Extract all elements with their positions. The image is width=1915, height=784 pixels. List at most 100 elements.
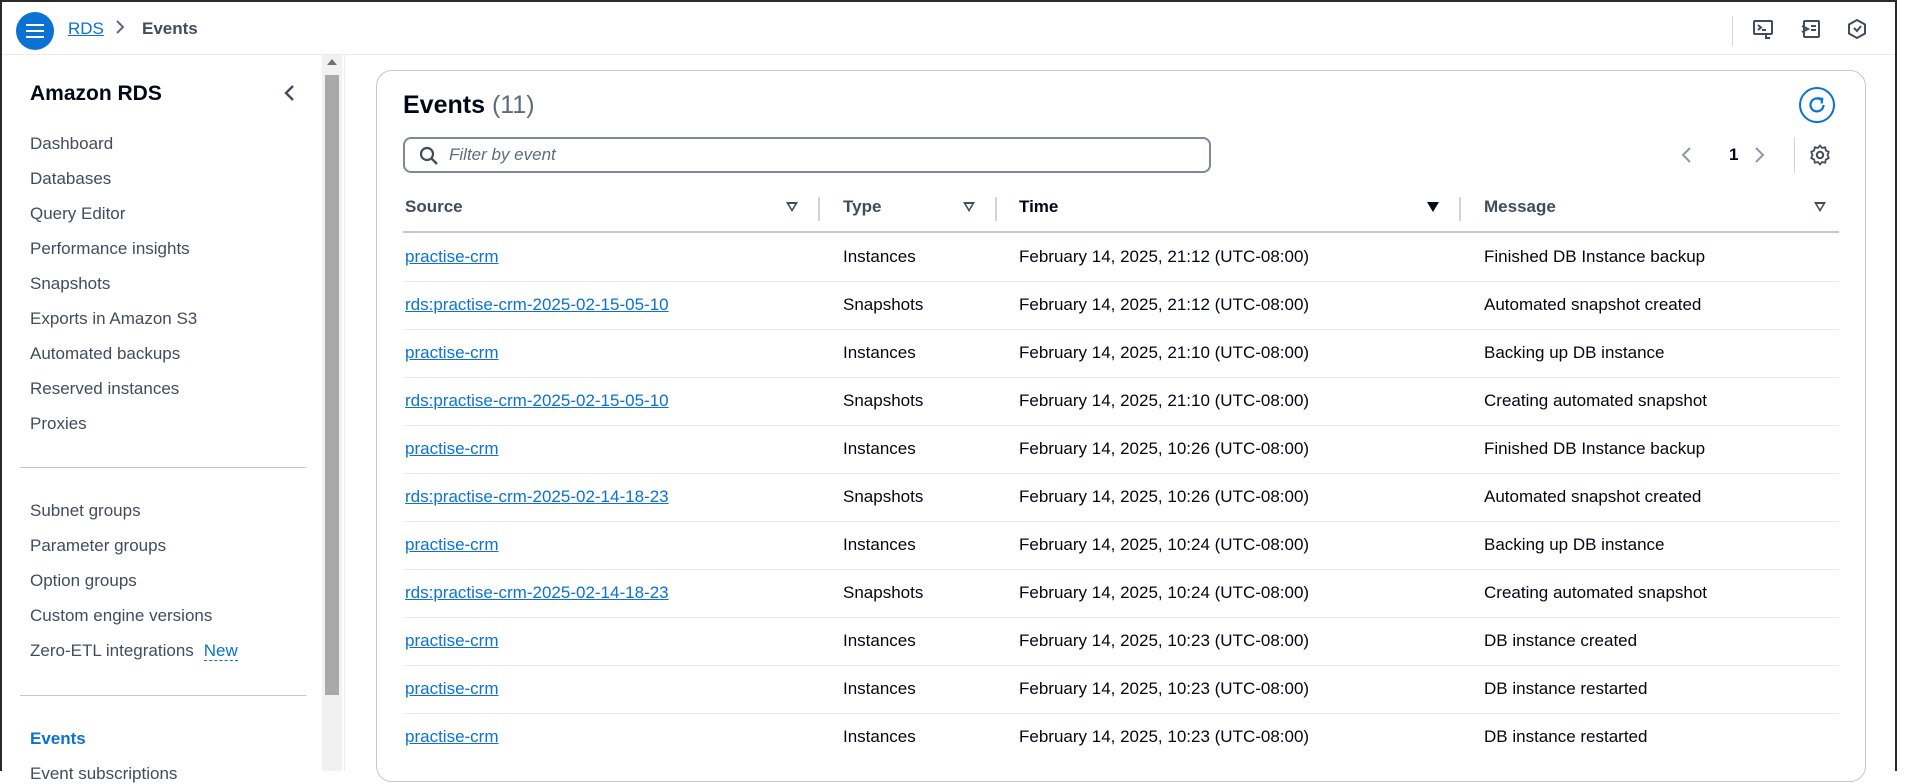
message-cell: Automated snapshot created — [1484, 295, 1702, 314]
type-cell: Instances — [843, 343, 916, 362]
sidebar-item-reserved-instances[interactable]: Reserved instances — [30, 379, 179, 399]
sidebar-scrollbar[interactable] — [322, 55, 342, 771]
chevron-left-icon[interactable] — [1677, 145, 1697, 165]
sidebar-item-performance-insights[interactable]: Performance insights — [30, 239, 190, 259]
refresh-button[interactable] — [1799, 87, 1835, 123]
source-link[interactable]: practise-crm — [405, 343, 499, 363]
pager-divider — [1794, 137, 1795, 173]
sidebar-scrollbar-thumb[interactable] — [325, 75, 339, 695]
type-cell: Instances — [843, 727, 916, 746]
sort-icon[interactable] — [786, 202, 798, 212]
source-link[interactable]: practise-crm — [405, 727, 499, 747]
chevron-right-icon[interactable] — [1749, 145, 1769, 165]
source-link[interactable]: practise-crm — [405, 535, 499, 555]
sidebar-item-zero-etl[interactable]: Zero-ETL integrations New — [30, 641, 238, 661]
type-cell: Instances — [843, 535, 916, 554]
table-row: practise-crm Instances February 14, 2025… — [403, 713, 1839, 761]
column-header-type[interactable]: Type — [843, 197, 881, 217]
sidebar-divider — [20, 467, 306, 468]
message-cell: DB instance restarted — [1484, 679, 1648, 698]
events-title: Events — [403, 91, 485, 119]
sidebar-item-automated-backups[interactable]: Automated backups — [30, 344, 180, 364]
table-row: rds:practise-crm-2025-02-14-18-23 Snapsh… — [403, 569, 1839, 618]
time-cell: February 14, 2025, 10:23 (UTC-08:00) — [1019, 631, 1310, 650]
message-cell: Automated snapshot created — [1484, 487, 1702, 506]
time-cell: February 14, 2025, 10:24 (UTC-08:00) — [1019, 535, 1310, 554]
chevron-right-icon — [114, 18, 126, 41]
sidebar-item-subnet-groups[interactable]: Subnet groups — [30, 501, 141, 521]
time-cell: February 14, 2025, 21:10 (UTC-08:00) — [1019, 343, 1310, 362]
sidebar-item-events[interactable]: Events — [30, 729, 86, 749]
sidebar-item-proxies[interactable]: Proxies — [30, 414, 87, 434]
time-cell: February 14, 2025, 21:12 (UTC-08:00) — [1019, 247, 1310, 266]
sidebar-item-custom-engine-versions[interactable]: Custom engine versions — [30, 606, 212, 626]
settings-icon[interactable] — [1808, 143, 1832, 167]
column-divider[interactable] — [818, 197, 820, 221]
sidebar: Amazon RDS Dashboard Databases Query Edi… — [2, 55, 324, 783]
time-cell: February 14, 2025, 21:10 (UTC-08:00) — [1019, 391, 1310, 410]
source-link[interactable]: practise-crm — [405, 679, 499, 699]
message-cell: Backing up DB instance — [1484, 535, 1665, 554]
column-divider[interactable] — [1459, 197, 1461, 221]
message-cell: Finished DB Instance backup — [1484, 439, 1706, 458]
source-link[interactable]: practise-crm — [405, 631, 499, 651]
table-row: rds:practise-crm-2025-02-15-05-10 Snapsh… — [403, 281, 1839, 330]
source-link[interactable]: rds:practise-crm-2025-02-15-05-10 — [405, 391, 669, 411]
sort-icon[interactable] — [1427, 202, 1439, 212]
sidebar-item-databases[interactable]: Databases — [30, 169, 111, 189]
table-row: practise-crm Instances February 14, 2025… — [403, 233, 1839, 282]
source-link[interactable]: rds:practise-crm-2025-02-14-18-23 — [405, 487, 669, 507]
refresh-icon — [1809, 97, 1825, 113]
feedback-icon[interactable] — [1798, 16, 1824, 42]
cloudshell-icon[interactable] — [1750, 16, 1776, 42]
column-header-source[interactable]: Source — [405, 197, 463, 217]
new-badge: New — [203, 641, 238, 661]
message-cell: DB instance created — [1484, 631, 1638, 650]
time-cell: February 14, 2025, 21:12 (UTC-08:00) — [1019, 295, 1310, 314]
table-row: practise-crm Instances February 14, 2025… — [403, 425, 1839, 474]
time-cell: February 14, 2025, 10:23 (UTC-08:00) — [1019, 727, 1310, 746]
page-scrollbar-edge — [1895, 0, 1915, 771]
search-icon — [419, 146, 439, 171]
filter-field[interactable] — [403, 137, 1211, 173]
page-number[interactable]: 1 — [1729, 145, 1738, 165]
table-row: rds:practise-crm-2025-02-14-18-23 Snapsh… — [403, 473, 1839, 522]
type-cell: Snapshots — [843, 583, 924, 602]
source-link[interactable]: rds:practise-crm-2025-02-14-18-23 — [405, 583, 669, 603]
source-link[interactable]: practise-crm — [405, 247, 499, 267]
table-row: practise-crm Instances February 14, 2025… — [403, 617, 1839, 666]
breadcrumb-rds-link[interactable]: RDS — [68, 19, 104, 39]
sidebar-item-option-groups[interactable]: Option groups — [30, 571, 137, 591]
filter-input[interactable] — [449, 139, 1189, 171]
scroll-up-arrow[interactable] — [327, 59, 337, 65]
events-heading: Events (11) — [403, 91, 535, 120]
type-cell: Instances — [843, 247, 916, 266]
column-header-message[interactable]: Message — [1484, 197, 1556, 217]
sidebar-item-parameter-groups[interactable]: Parameter groups — [30, 536, 166, 556]
events-table-container: Events (11) 1 Source Type Time Message p… — [376, 70, 1866, 782]
notifications-icon[interactable] — [1844, 16, 1870, 42]
column-header-time[interactable]: Time — [1019, 197, 1058, 217]
events-count: (11) — [491, 91, 535, 119]
source-link[interactable]: practise-crm — [405, 439, 499, 459]
message-cell: Creating automated snapshot — [1484, 583, 1708, 602]
sidebar-item-snapshots[interactable]: Snapshots — [30, 274, 110, 294]
type-cell: Instances — [843, 439, 916, 458]
time-cell: February 14, 2025, 10:23 (UTC-08:00) — [1019, 679, 1310, 698]
sidebar-item-query-editor[interactable]: Query Editor — [30, 204, 125, 224]
sidebar-item-event-subscriptions[interactable]: Event subscriptions — [30, 764, 177, 784]
table-row: rds:practise-crm-2025-02-15-05-10 Snapsh… — [403, 377, 1839, 426]
column-divider[interactable] — [995, 197, 997, 221]
message-cell: Backing up DB instance — [1484, 343, 1665, 362]
message-cell: Creating automated snapshot — [1484, 391, 1708, 410]
breadcrumb-current: Events — [142, 19, 198, 38]
collapse-left-icon[interactable] — [280, 81, 300, 105]
sidebar-item-exports-s3[interactable]: Exports in Amazon S3 — [30, 309, 197, 329]
type-cell: Snapshots — [843, 295, 924, 314]
source-link[interactable]: rds:practise-crm-2025-02-15-05-10 — [405, 295, 669, 315]
sidebar-item-dashboard[interactable]: Dashboard — [30, 134, 113, 154]
sort-icon[interactable] — [1814, 202, 1826, 212]
sidebar-divider — [20, 695, 306, 696]
sort-icon[interactable] — [963, 202, 975, 212]
menu-icon[interactable] — [16, 12, 54, 50]
